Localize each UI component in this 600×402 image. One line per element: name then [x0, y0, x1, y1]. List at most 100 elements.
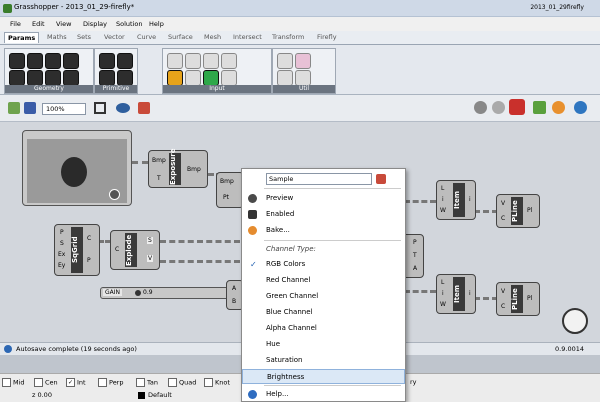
item-component-1[interactable]: L i W Item i	[436, 180, 476, 220]
current-layer[interactable]: Default	[148, 391, 172, 399]
input-i[interactable]: i	[442, 196, 444, 203]
boolean-toggle-icon[interactable]	[167, 53, 183, 69]
tab-mesh[interactable]: Mesh	[204, 33, 221, 41]
input-w[interactable]: W	[440, 207, 446, 214]
display-mode-icon[interactable]	[474, 101, 487, 114]
gain-slider[interactable]: GAIN 0.9	[100, 287, 230, 299]
menu-item-alpha-channel[interactable]: Alpha Channel	[242, 321, 405, 336]
menu-item-red-channel[interactable]: Red Channel	[242, 273, 405, 288]
cluster-icon[interactable]	[277, 53, 293, 69]
output-c[interactable]: C	[87, 235, 91, 242]
snap-ry[interactable]: ry	[410, 378, 417, 386]
menu-item-brightness[interactable]: Brightness	[242, 369, 405, 384]
menu-item-enabled[interactable]: Enabled	[242, 207, 405, 222]
sketch-pen-icon[interactable]	[138, 102, 150, 114]
explode-component[interactable]: C Explode S V	[110, 230, 160, 270]
rename-icon[interactable]	[376, 174, 386, 184]
input-t[interactable]: T	[413, 252, 417, 259]
input-bmp[interactable]: Bmp	[152, 157, 166, 164]
input-c[interactable]: C	[501, 303, 505, 310]
menu-view[interactable]: View	[56, 20, 71, 28]
string-param-icon[interactable]	[117, 70, 133, 86]
input-l[interactable]: L	[441, 185, 444, 192]
snap-tan[interactable]: Tan	[136, 378, 158, 387]
menu-help[interactable]: Help	[149, 20, 164, 28]
output-i[interactable]: i	[469, 290, 471, 297]
output-i[interactable]: i	[469, 196, 471, 203]
output-bmp[interactable]: Bmp	[187, 166, 201, 173]
image-sampler-icon[interactable]	[203, 70, 219, 86]
sqgrid-component[interactable]: P S Ex Ey SqGrid C P	[54, 224, 100, 276]
jump-icon[interactable]	[295, 53, 311, 69]
data-dam-icon[interactable]	[277, 70, 293, 86]
menu-item-bake[interactable]: Bake...	[242, 223, 405, 238]
bake-icon[interactable]	[533, 101, 546, 114]
menu-item-help[interactable]: Help...	[242, 387, 405, 402]
tab-vector[interactable]: Vector	[104, 33, 125, 41]
input-i[interactable]: i	[442, 290, 444, 297]
component-name-field[interactable]: Sample	[266, 173, 372, 185]
menu-item-saturation[interactable]: Saturation	[242, 353, 405, 368]
snap-perp[interactable]: Perp	[98, 378, 124, 387]
tab-params[interactable]: Params	[4, 32, 40, 43]
line-param-icon[interactable]	[27, 70, 43, 86]
value-list-icon[interactable]	[185, 70, 201, 86]
point-param-icon[interactable]	[9, 53, 25, 69]
tab-maths[interactable]: Maths	[47, 33, 67, 41]
pline-component-2[interactable]: V C PLine Pl	[496, 282, 540, 316]
input-l[interactable]: L	[441, 279, 444, 286]
snap-knot[interactable]: Knot	[204, 378, 230, 387]
graph-mapper-icon[interactable]	[221, 70, 237, 86]
tab-transform[interactable]: Transform	[272, 33, 304, 41]
input-w[interactable]: W	[440, 301, 446, 308]
boolean-param-icon[interactable]	[99, 53, 115, 69]
navigation-compass-icon[interactable]	[562, 308, 588, 334]
shaded-preview-icon[interactable]	[552, 101, 565, 114]
pause-icon[interactable]	[109, 189, 120, 200]
input-v[interactable]: V	[501, 288, 505, 295]
input-bmp[interactable]: Bmp	[220, 178, 234, 185]
pline-component-1[interactable]: V C PLine Pl	[496, 194, 540, 228]
input-a[interactable]: A	[232, 285, 236, 292]
preview-eye-icon[interactable]	[116, 103, 130, 113]
input-p[interactable]: P	[413, 239, 417, 246]
input-t[interactable]: T	[157, 175, 161, 182]
preview-mesh-icon[interactable]	[492, 101, 505, 114]
tab-intersect[interactable]: Intersect	[233, 33, 262, 41]
curve-param-icon[interactable]	[9, 70, 25, 86]
open-icon[interactable]	[8, 102, 20, 114]
input-c[interactable]: C	[115, 246, 119, 253]
input-ex[interactable]: Ex	[58, 251, 65, 258]
menu-item-green-channel[interactable]: Green Channel	[242, 289, 405, 304]
input-pt[interactable]: Pt	[223, 194, 229, 201]
menu-item-preview[interactable]: Preview	[242, 191, 405, 206]
output-pl[interactable]: Pl	[527, 295, 532, 302]
menu-item-hue[interactable]: Hue	[242, 337, 405, 352]
input-b[interactable]: B	[232, 298, 236, 305]
tab-curve[interactable]: Curve	[137, 33, 156, 41]
menu-item-rgb-colors[interactable]: ✓ RGB Colors	[242, 257, 405, 272]
selected-preview-icon[interactable]	[509, 99, 525, 115]
menu-display[interactable]: Display	[83, 20, 107, 28]
output-v[interactable]: V	[147, 255, 154, 262]
menu-file[interactable]: File	[10, 20, 21, 28]
output-p[interactable]: P	[87, 257, 91, 264]
number-param-icon[interactable]	[99, 70, 115, 86]
image-sampler-component[interactable]: Bmp Pt	[216, 172, 244, 208]
snap-int[interactable]: ✓ Int	[66, 378, 86, 387]
input-ey[interactable]: Ey	[58, 262, 65, 269]
input-a[interactable]: A	[413, 265, 417, 272]
colour-swatch-icon[interactable]	[167, 70, 183, 86]
document-settings-icon[interactable]	[574, 101, 587, 114]
surface-param-icon[interactable]	[63, 70, 79, 86]
menu-edit[interactable]: Edit	[32, 20, 45, 28]
panel-icon[interactable]	[221, 53, 237, 69]
arc-param-icon[interactable]	[45, 53, 61, 69]
snap-cen[interactable]: Cen	[34, 378, 58, 387]
tab-sets[interactable]: Sets	[77, 33, 91, 41]
mesh-param-icon[interactable]	[45, 70, 61, 86]
save-icon[interactable]	[24, 102, 36, 114]
output-pl[interactable]: Pl	[527, 207, 532, 214]
output-s[interactable]: S	[147, 237, 153, 244]
tab-firefly[interactable]: Firefly	[317, 33, 337, 41]
